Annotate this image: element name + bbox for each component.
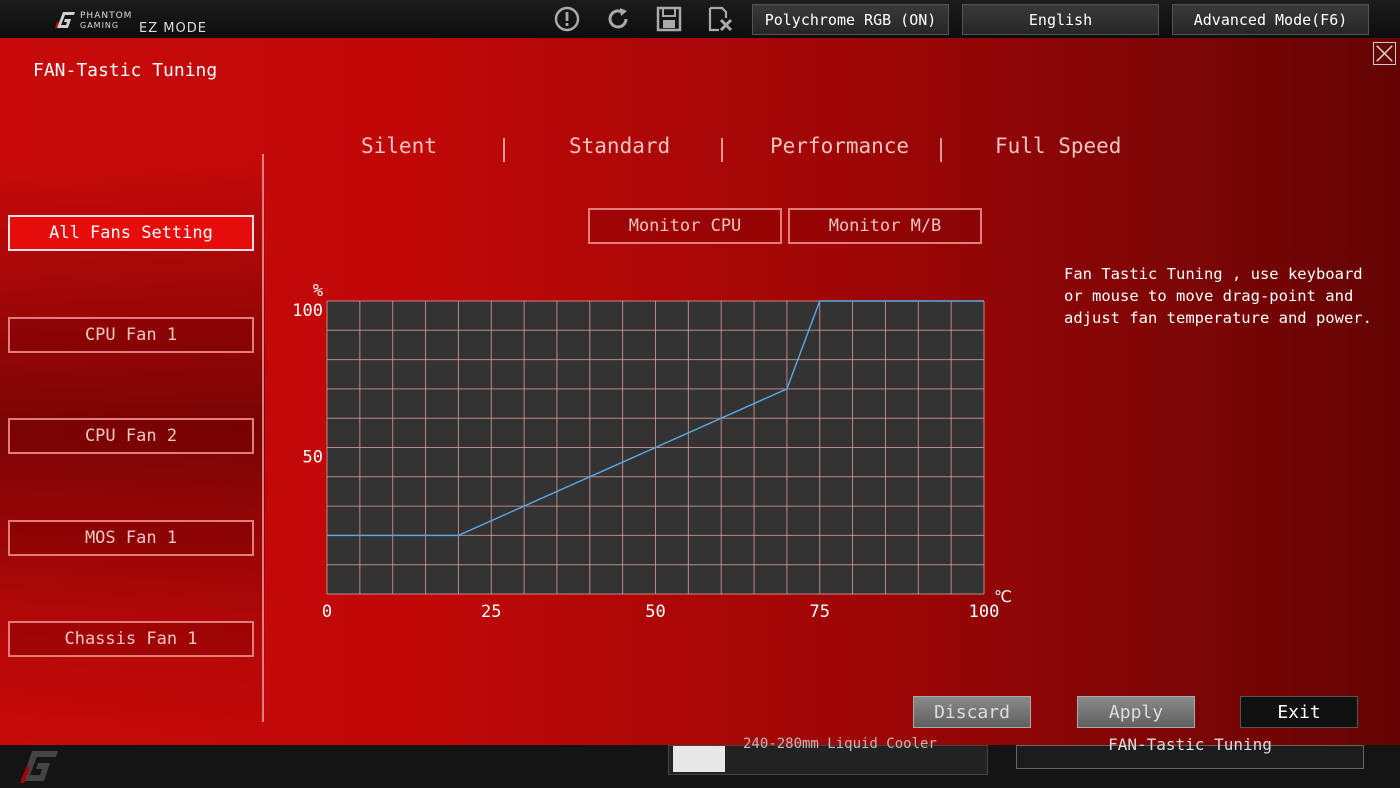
liquid-cooler-icon: [673, 746, 725, 772]
save-icon[interactable]: [655, 5, 683, 33]
tuning-description: Fan Tastic Tuning , use keyboard or mous…: [1064, 265, 1372, 327]
x-axis-label: ℃: [994, 587, 1012, 606]
advanced-mode-button[interactable]: Advanced Mode(F6): [1172, 4, 1369, 35]
y-axis-label: %: [313, 281, 323, 301]
mode-separator: [503, 138, 505, 162]
x-tick-label: 25: [481, 602, 501, 622]
mode-separator: [721, 138, 723, 162]
fan-item-cpu-fan-1[interactable]: CPU Fan 1: [8, 317, 254, 353]
x-tick-label: 75: [810, 602, 830, 622]
apply-button[interactable]: Apply: [1077, 696, 1195, 728]
phantom-gaming-logo-icon: [55, 12, 75, 28]
warning-icon[interactable]: [553, 5, 581, 33]
fan-item-label: CPU Fan 1: [84, 325, 178, 345]
fan-item-label: Chassis Fan 1: [64, 629, 198, 649]
close-icon[interactable]: [1373, 42, 1396, 65]
y-tick-label: 100: [292, 301, 323, 321]
fan-tastic-panel: FAN-Tastic Tuning All Fans Setting CPU F…: [0, 38, 1400, 745]
bottom-strip: 240-280mm Liquid Cooler FAN-Tastic Tunin…: [0, 735, 1400, 788]
fan-item-label: MOS Fan 1: [84, 528, 178, 548]
mode-tab-performance[interactable]: Performance: [770, 134, 909, 158]
mode-label: EZ MODE: [139, 21, 207, 36]
brand-line2: GAMING: [80, 21, 120, 30]
x-tick-label: 50: [645, 602, 665, 622]
mode-tab-full-speed[interactable]: Full Speed: [995, 134, 1121, 158]
polychrome-rgb-button[interactable]: Polychrome RGB (ON): [752, 4, 949, 35]
mode-tab-standard[interactable]: Standard: [569, 134, 670, 158]
panel-title: FAN-Tastic Tuning: [33, 60, 218, 81]
fan-tuning-text: FAN-Tastic Tuning: [1108, 735, 1272, 754]
sidebar-divider: [262, 154, 264, 722]
brand-line1: PHANTOM: [80, 11, 133, 21]
exit-button[interactable]: Exit: [1240, 696, 1358, 728]
phantom-gaming-logo-icon: [20, 751, 58, 783]
fan-item-all-fans[interactable]: All Fans Setting: [8, 215, 254, 251]
liquid-cooler-card[interactable]: 240-280mm Liquid Cooler: [668, 736, 988, 775]
discard-button[interactable]: Discard: [913, 696, 1031, 728]
fan-item-mos-fan-1[interactable]: MOS Fan 1: [8, 520, 254, 556]
fan-item-chassis-fan-1[interactable]: Chassis Fan 1: [8, 621, 254, 657]
y-tick-label: 50: [303, 448, 323, 468]
discard-icon[interactable]: [706, 5, 734, 33]
fan-item-label: CPU Fan 2: [84, 426, 178, 446]
liquid-cooler-text: 240-280mm Liquid Cooler: [743, 736, 937, 752]
fan-item-cpu-fan-2[interactable]: CPU Fan 2: [8, 418, 254, 454]
mode-tab-silent[interactable]: Silent: [361, 134, 437, 158]
top-bar: PHANTOM GAMING EZ MODE Polychrome RGB (O…: [0, 0, 1400, 38]
brand-logo: PHANTOM GAMING: [54, 8, 139, 32]
fan-item-label: All Fans Setting: [49, 223, 213, 243]
x-tick-label: 0: [322, 602, 332, 622]
fan-curve-chart[interactable]: 0 25 50 75 10010050%℃: [290, 234, 1020, 624]
language-button[interactable]: English: [962, 4, 1159, 35]
mode-separator: [940, 138, 942, 162]
fan-tuning-card[interactable]: FAN-Tastic Tuning: [1016, 735, 1364, 769]
refresh-icon[interactable]: [604, 5, 632, 33]
